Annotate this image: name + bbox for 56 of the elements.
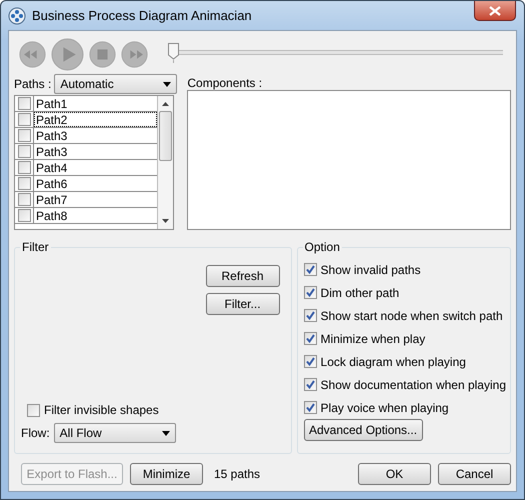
path-name[interactable]: Path4	[34, 160, 157, 175]
group-title: Filter	[20, 240, 51, 254]
checkbox-label: Minimize when play	[320, 330, 426, 348]
path-name[interactable]: Path8	[34, 208, 157, 223]
checkbox[interactable]	[304, 309, 317, 322]
checkbox[interactable]	[18, 129, 30, 142]
checkbox-label: Lock diagram when playing	[320, 354, 466, 370]
scroll-down-icon[interactable]	[162, 219, 169, 223]
minimize-button[interactable]: Minimize	[130, 463, 203, 485]
checkbox[interactable]	[304, 263, 317, 276]
flow-label: Flow:	[21, 425, 50, 442]
path-name[interactable]: Path3	[34, 144, 157, 159]
checkbox[interactable]	[18, 97, 30, 110]
caret-icon	[163, 82, 172, 86]
checkbox[interactable]	[304, 355, 317, 368]
checkbox-label: Filter invisible shapes	[44, 402, 159, 419]
checkbox[interactable]	[27, 404, 40, 416]
checkbox[interactable]	[304, 286, 317, 299]
checkbox[interactable]	[18, 177, 30, 190]
checkbox-label: Show start node when switch path	[320, 308, 503, 324]
checkbox[interactable]	[18, 209, 30, 222]
close-icon	[489, 6, 501, 16]
close-button[interactable]	[474, 1, 516, 21]
refresh-button[interactable]: Refresh	[206, 265, 280, 287]
checkbox-label: Show invalid paths	[320, 262, 421, 278]
group-title: Option	[302, 240, 342, 254]
filter-button[interactable]: Filter...	[206, 293, 280, 315]
checkbox[interactable]	[18, 161, 30, 174]
path-name[interactable]: Path3	[34, 128, 157, 143]
cancel-button[interactable]: Cancel	[438, 463, 511, 485]
path-name[interactable]: Path1	[34, 96, 157, 111]
scroll-thumb[interactable]	[159, 111, 172, 161]
path-name[interactable]: Path7	[34, 192, 157, 207]
flow-dropdown[interactable]: All Flow	[54, 423, 176, 443]
checkbox-label: Show documentation when playing	[320, 376, 506, 394]
checkbox[interactable]	[304, 401, 317, 414]
checkbox-label: Play voice when playing	[320, 400, 449, 416]
components-label: Components :	[187, 76, 264, 90]
checkbox-label: Dim other path	[320, 284, 400, 302]
scroll-up-icon[interactable]	[162, 102, 169, 106]
path-count: 15 paths	[214, 466, 260, 483]
checkbox[interactable]	[18, 145, 30, 158]
checkbox[interactable]	[304, 332, 317, 345]
advanced-options-button[interactable]: Advanced Options...	[304, 419, 423, 441]
caret-icon	[162, 430, 170, 436]
window-title: Business Process Diagram Animacian	[32, 7, 252, 25]
path-name[interactable]: Path6	[34, 176, 157, 191]
checkbox[interactable]	[18, 193, 30, 206]
checkbox[interactable]	[304, 378, 317, 391]
paths-label: Paths :	[14, 76, 52, 93]
scrollbar[interactable]	[157, 96, 173, 229]
ok-button[interactable]: OK	[358, 463, 431, 485]
paths-dropdown[interactable]: Automatic	[54, 74, 178, 94]
app-icon	[8, 7, 26, 25]
checkbox[interactable]	[18, 113, 30, 126]
slider-thumb[interactable]	[168, 43, 179, 63]
